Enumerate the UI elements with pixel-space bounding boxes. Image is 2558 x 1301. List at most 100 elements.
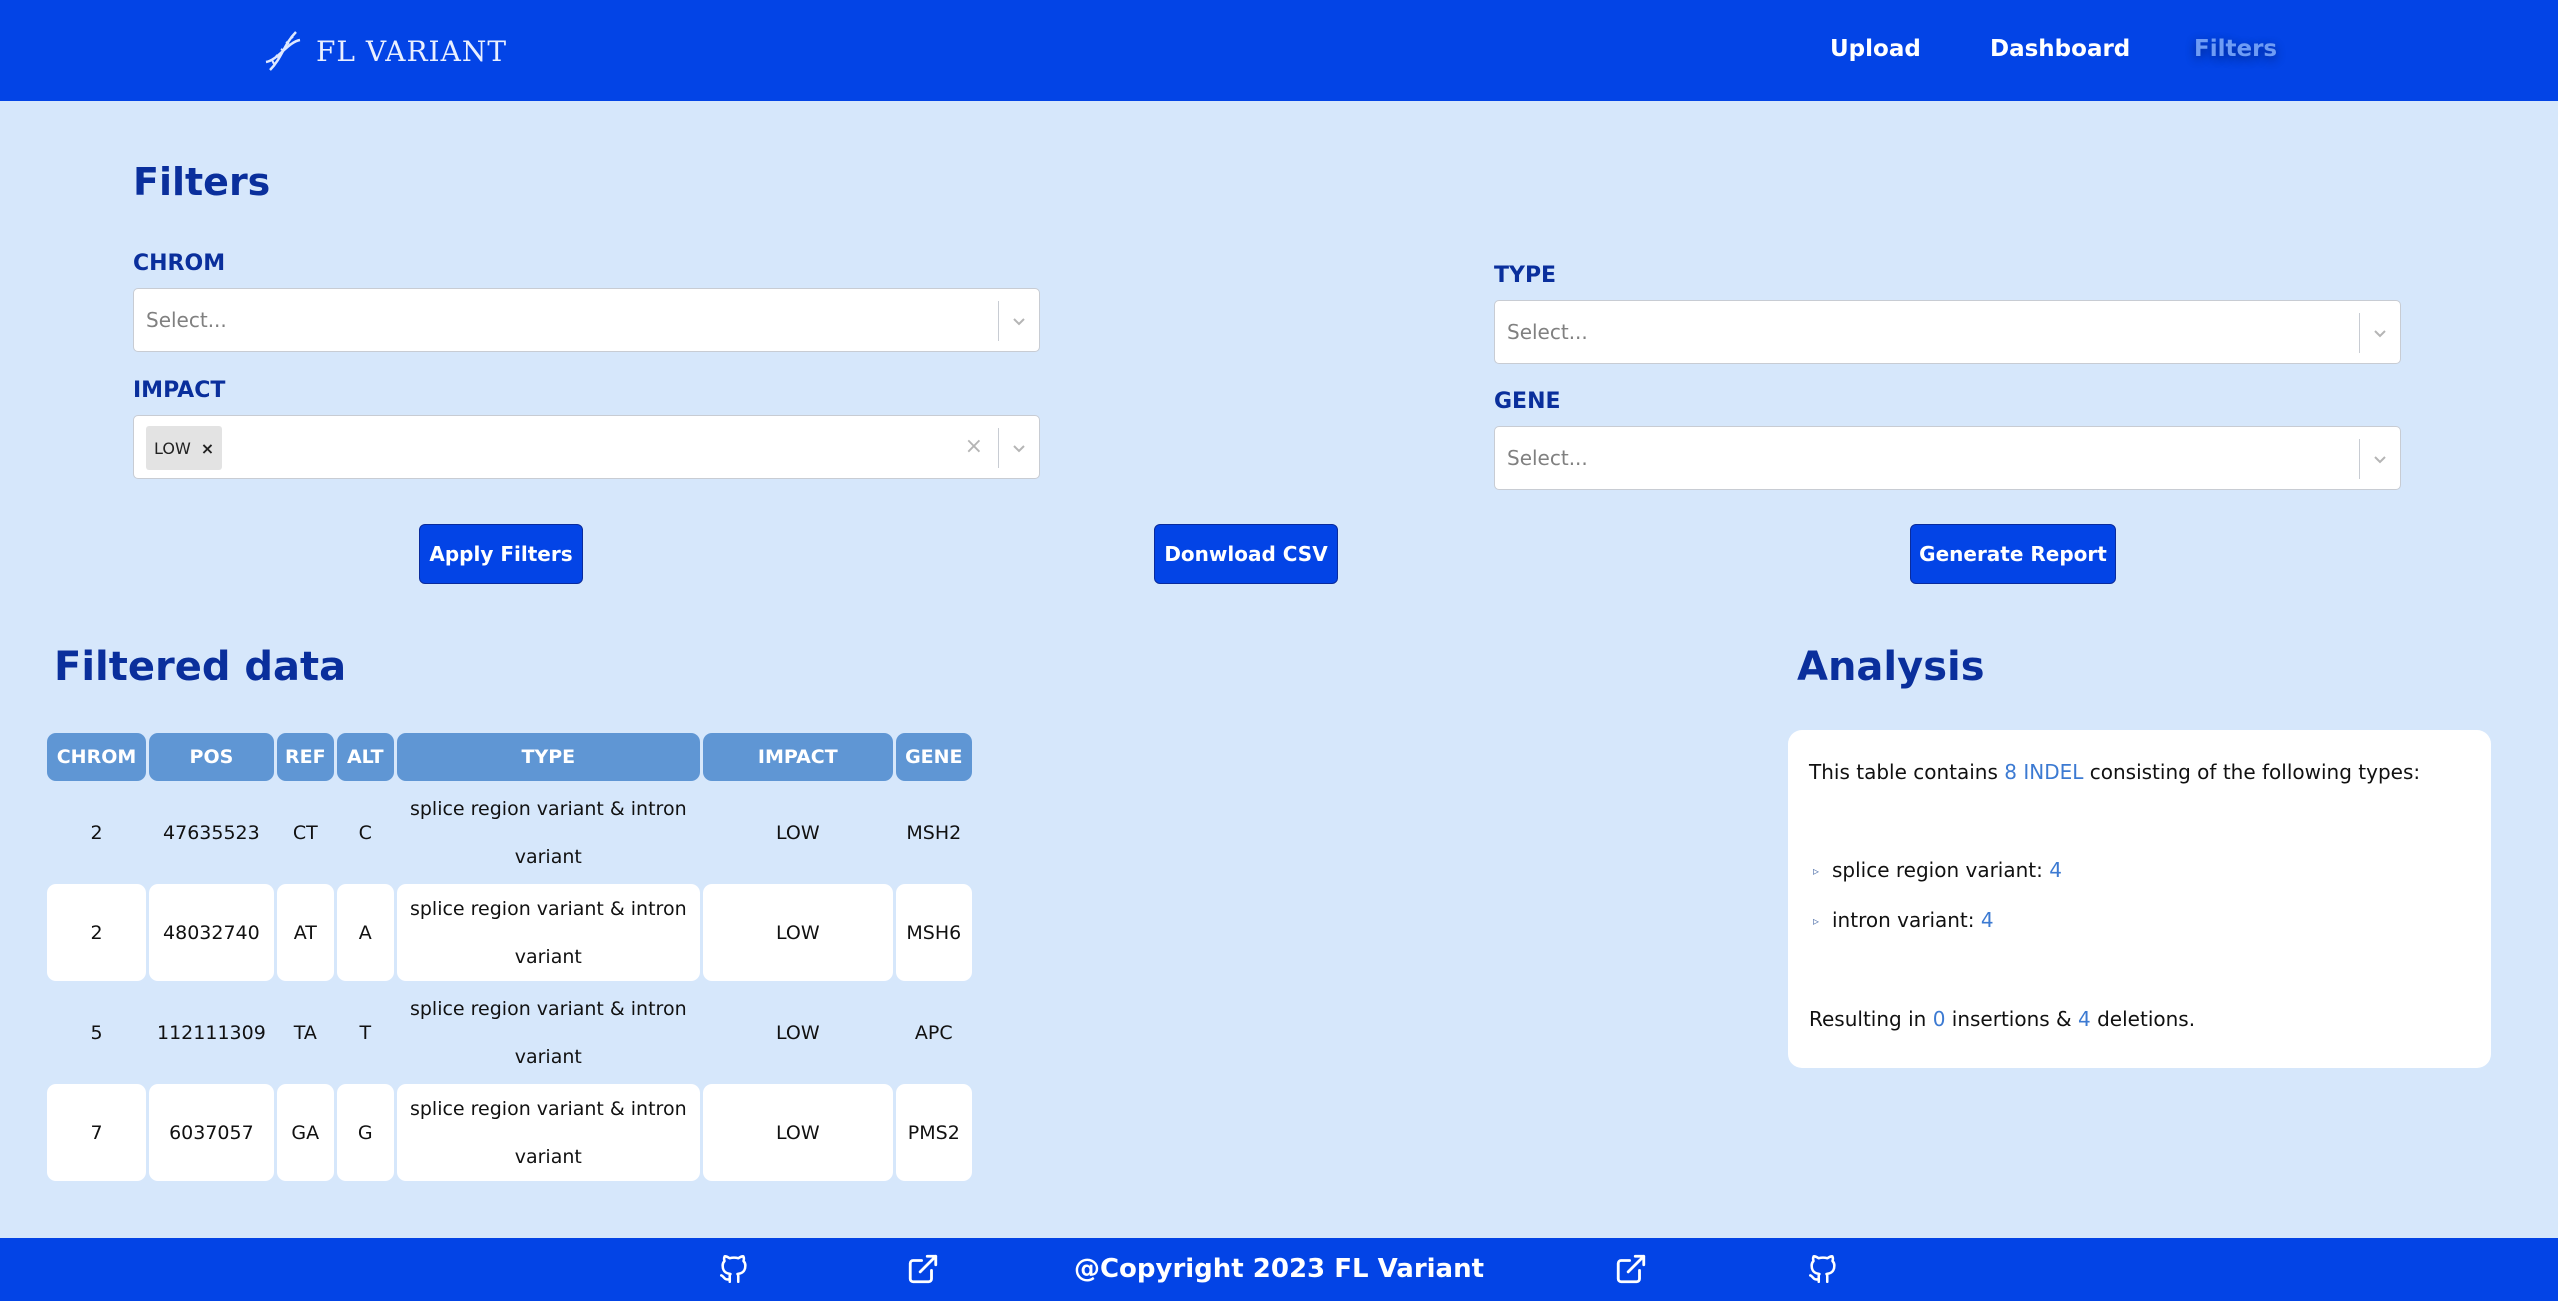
chevron-down-icon[interactable] bbox=[1009, 311, 1029, 331]
column-header[interactable]: TYPE bbox=[396, 733, 700, 781]
type-count: 4 bbox=[2049, 858, 2062, 882]
divider bbox=[998, 428, 999, 468]
cell-type: splice region variant & intron variant bbox=[409, 797, 687, 868]
column-header[interactable]: IMPACT bbox=[702, 733, 893, 781]
cell-type: splice region variant & intron variant bbox=[409, 997, 687, 1068]
generate-report-button[interactable]: Generate Report bbox=[1910, 524, 2116, 584]
cell-chrom: 5 bbox=[90, 1021, 103, 1044]
indel-count: 8 INDEL bbox=[2004, 760, 2084, 784]
chrom-placeholder: Select... bbox=[146, 308, 227, 332]
cell-impact: LOW bbox=[775, 1021, 820, 1044]
cell-impact: LOW bbox=[775, 821, 820, 844]
impact-select[interactable]: LOW × × bbox=[133, 415, 1040, 479]
cell-chrom: 2 bbox=[90, 821, 103, 844]
nav-filters[interactable]: Filters bbox=[2194, 36, 2277, 62]
divider bbox=[2359, 313, 2360, 353]
cell-impact: LOW bbox=[702, 884, 893, 981]
chrom-label: CHROM bbox=[133, 251, 226, 276]
analysis-result: Resulting in 0 insertions & 4 deletions. bbox=[1809, 1007, 2195, 1031]
gene-select[interactable]: Select... bbox=[1494, 426, 2401, 490]
triangle-right-icon: ▹ bbox=[1813, 914, 1820, 928]
type-item: intron variant: 4 bbox=[1832, 908, 1994, 932]
chip-remove-icon[interactable]: × bbox=[201, 439, 214, 458]
cell-type: splice region variant & intron variant bbox=[396, 1084, 700, 1181]
result-suffix: deletions. bbox=[2097, 1007, 2196, 1031]
deletions-count: 4 bbox=[2078, 1007, 2091, 1031]
divider bbox=[2359, 439, 2360, 479]
cell-alt: T bbox=[359, 1021, 372, 1044]
result-prefix: Resulting in bbox=[1809, 1007, 1927, 1031]
nav-upload[interactable]: Upload bbox=[1830, 36, 1921, 62]
brand-logo[interactable]: FL VARIANT bbox=[262, 28, 507, 74]
cell-alt: G bbox=[336, 1084, 394, 1181]
type-item: splice region variant: 4 bbox=[1832, 858, 2062, 882]
cell-ref: TA bbox=[293, 1021, 317, 1044]
cell-impact: LOW bbox=[702, 1084, 893, 1181]
chip-label: LOW bbox=[154, 438, 191, 458]
analysis-title: Analysis bbox=[1797, 644, 1985, 690]
result-mid: insertions & bbox=[1951, 1007, 2072, 1031]
divider bbox=[998, 301, 999, 341]
cell-gene: APC bbox=[914, 1021, 953, 1044]
filters-title: Filters bbox=[133, 160, 271, 204]
cell-pos: 48032740 bbox=[149, 884, 274, 981]
cell-gene: MSH2 bbox=[906, 821, 962, 844]
clear-icon[interactable]: × bbox=[965, 434, 983, 459]
cell-alt: C bbox=[358, 821, 372, 844]
type-count: 4 bbox=[1980, 908, 1994, 932]
table-row: 5 112111309 TA T splice region variant &… bbox=[47, 984, 972, 1081]
column-header[interactable]: GENE bbox=[895, 733, 972, 781]
chevron-down-icon[interactable] bbox=[2370, 323, 2390, 343]
cell-chrom: 2 bbox=[47, 884, 146, 981]
impact-label: IMPACT bbox=[133, 378, 226, 403]
cell-pos: 112111309 bbox=[157, 1021, 266, 1044]
cell-pos: 6037057 bbox=[149, 1084, 274, 1181]
intro-prefix: This table contains bbox=[1809, 760, 1998, 784]
footer: @Copyright 2023 FL Variant bbox=[0, 1238, 2558, 1301]
filtered-data-title: Filtered data bbox=[54, 644, 347, 690]
column-header[interactable]: ALT bbox=[336, 733, 394, 781]
nav-dashboard[interactable]: Dashboard bbox=[1990, 36, 2130, 62]
brand-name: FL VARIANT bbox=[316, 34, 508, 68]
table-header-row: CHROM POS REF ALT TYPE IMPACT GENE bbox=[47, 733, 972, 781]
cell-ref: CT bbox=[292, 821, 318, 844]
type-label: intron variant: bbox=[1832, 908, 1975, 932]
column-header[interactable]: CHROM bbox=[47, 733, 146, 781]
cell-ref: GA bbox=[276, 1084, 334, 1181]
table-row: 7 6037057 GA G splice region variant & i… bbox=[47, 1084, 972, 1181]
table-row: 2 48032740 AT A splice region variant & … bbox=[47, 884, 972, 981]
copyright-text: @Copyright 2023 FL Variant bbox=[1073, 1254, 1485, 1284]
type-label: splice region variant: bbox=[1832, 858, 2043, 882]
filtered-data-table: CHROM POS REF ALT TYPE IMPACT GENE 2 476… bbox=[44, 730, 975, 1184]
cell-ref: AT bbox=[276, 884, 334, 981]
analysis-card: This table contains 8 INDEL consisting o… bbox=[1788, 730, 2491, 1068]
intro-suffix: consisting of the following types: bbox=[2089, 760, 2421, 784]
chevron-down-icon[interactable] bbox=[2370, 449, 2390, 469]
dna-icon bbox=[265, 31, 301, 71]
gene-placeholder: Select... bbox=[1507, 446, 1588, 470]
type-label: TYPE bbox=[1494, 263, 1557, 288]
impact-chip-low: LOW × bbox=[146, 426, 223, 470]
insertions-count: 0 bbox=[1932, 1007, 1946, 1031]
triangle-right-icon: ▹ bbox=[1813, 864, 1820, 878]
chrom-select[interactable]: Select... bbox=[133, 288, 1040, 352]
cell-alt: A bbox=[336, 884, 394, 981]
column-header[interactable]: REF bbox=[276, 733, 334, 781]
type-select[interactable]: Select... bbox=[1494, 300, 2401, 364]
top-navbar: FL VARIANT Upload Dashboard Filters bbox=[0, 0, 2558, 101]
cell-pos: 47635523 bbox=[163, 821, 260, 844]
table-row: 2 47635523 CT C splice region variant & … bbox=[47, 784, 972, 881]
download-csv-button[interactable]: Donwload CSV bbox=[1154, 524, 1338, 584]
analysis-intro: This table contains 8 INDEL consisting o… bbox=[1809, 760, 2420, 784]
type-placeholder: Select... bbox=[1507, 320, 1588, 344]
cell-chrom: 7 bbox=[47, 1084, 146, 1181]
cell-gene: PMS2 bbox=[895, 1084, 972, 1181]
external-link-icon[interactable] bbox=[1614, 1252, 1648, 1286]
cell-gene: MSH6 bbox=[895, 884, 972, 981]
column-header[interactable]: POS bbox=[149, 733, 274, 781]
cell-type: splice region variant & intron variant bbox=[396, 884, 700, 981]
gene-label: GENE bbox=[1494, 389, 1561, 414]
chevron-down-icon[interactable] bbox=[1009, 438, 1029, 458]
apply-filters-button[interactable]: Apply Filters bbox=[419, 524, 583, 584]
github-icon[interactable] bbox=[1806, 1252, 1840, 1286]
